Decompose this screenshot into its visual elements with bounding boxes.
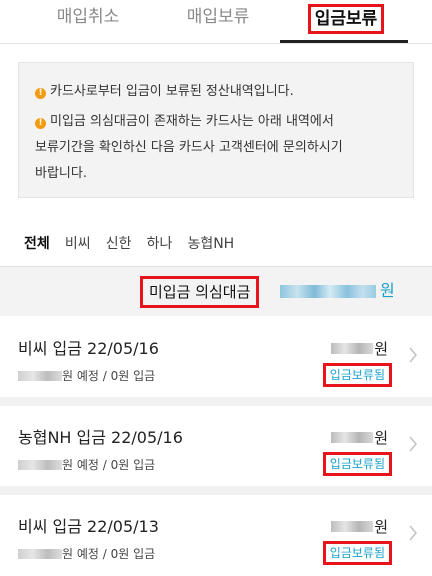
notice-line-2: ! 미입금 의심대금이 존재하는 카드사는 아래 내역에서 xyxy=(35,109,399,135)
filter-shinhan[interactable]: 신한 xyxy=(106,230,132,258)
item-amount: 원 xyxy=(331,337,388,361)
list-item[interactable]: 농협NH 입금 22/05/16 원 예정 / 0원 입금 원 입금보류됨 xyxy=(0,406,432,486)
list-item[interactable]: 비씨 입금 22/05/13 원 예정 / 0원 입금 원 입금보류됨 xyxy=(0,495,432,575)
divider xyxy=(0,397,432,406)
chevron-right-icon xyxy=(409,525,418,541)
top-tab-bar: 매입취소 매입보류 입금보류 xyxy=(0,0,432,44)
item-title: 비씨 입금 22/05/13 xyxy=(18,517,159,536)
redacted-amount xyxy=(331,521,374,532)
redacted-amount xyxy=(18,460,62,470)
filter-hana[interactable]: 하나 xyxy=(147,230,173,258)
tab-deposit-hold-label: 입금보류 xyxy=(307,4,385,34)
filter-nh[interactable]: 농협NH xyxy=(187,230,234,258)
notice-line-3: 보류기간을 확인하신 다음 카드사 고객센터에 문의하시기 xyxy=(35,140,343,155)
notice-box: ! 카드사로부터 입금이 보류된 정산내역입니다. ! 미입금 의심대금이 존재하는… xyxy=(18,62,414,198)
tab-deposit-hold[interactable]: 입금보류 xyxy=(292,4,400,40)
item-amount: 원 xyxy=(331,426,388,450)
item-amount: 원 xyxy=(331,515,388,539)
status-badge: 입금보류됨 xyxy=(322,452,392,476)
item-subtext: 원 예정 / 0원 입금 xyxy=(18,456,155,474)
divider xyxy=(0,486,432,495)
chevron-right-icon xyxy=(409,436,418,452)
notice-line-4: 바랍니다. xyxy=(35,166,87,181)
filter-bc[interactable]: 비씨 xyxy=(65,230,91,258)
summary-amount-redacted xyxy=(280,285,376,298)
redacted-amount xyxy=(331,343,374,354)
status-badge: 입금보류됨 xyxy=(322,363,392,387)
redacted-amount xyxy=(18,371,62,381)
list-item[interactable]: 비씨 입금 22/05/16 원 예정 / 0원 입금 원 입금보류됨 xyxy=(0,317,432,397)
notice-line-1: ! 카드사로부터 입금이 보류된 정산내역입니다. xyxy=(35,79,399,105)
redacted-amount xyxy=(18,549,62,559)
chevron-right-icon xyxy=(409,347,418,363)
item-subtext: 원 예정 / 0원 입금 xyxy=(18,545,155,563)
item-title: 비씨 입금 22/05/16 xyxy=(18,339,159,358)
card-filter-tabs: 전체 비씨 신한 하나 농협NH xyxy=(24,230,244,258)
active-tab-underline xyxy=(280,40,408,43)
summary-label: 미입금 의심대금 xyxy=(140,276,260,308)
redacted-amount xyxy=(331,432,374,443)
summary-unit: 원 xyxy=(380,281,395,300)
info-icon: ! xyxy=(35,118,46,129)
tab-purchase-cancel[interactable]: 매입취소 xyxy=(32,4,144,40)
info-icon: ! xyxy=(35,88,46,99)
item-subtext: 원 예정 / 0원 입금 xyxy=(18,367,155,385)
status-badge: 입금보류됨 xyxy=(322,541,392,565)
filter-all[interactable]: 전체 xyxy=(24,230,50,258)
tab-purchase-hold[interactable]: 매입보류 xyxy=(172,4,264,40)
item-title: 농협NH 입금 22/05/16 xyxy=(18,428,183,447)
suspected-unpaid-summary: 미입금 의심대금 원 xyxy=(0,266,432,316)
